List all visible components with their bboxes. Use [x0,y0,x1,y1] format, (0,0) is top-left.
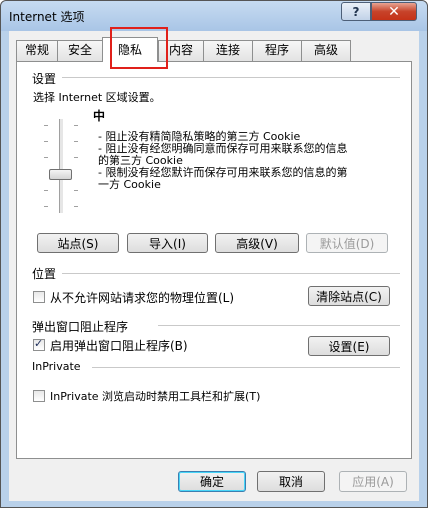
popup-checkbox-label[interactable]: 启用弹出窗口阻止程序(B) [50,337,188,354]
location-group-label: 位置 [32,267,57,281]
slider-tick [44,206,48,207]
tab-security[interactable]: 安全 [57,40,103,61]
popup-checkbox[interactable] [33,337,45,351]
import-button[interactable]: 导入(I) [127,233,208,253]
privacy-slider-thumb[interactable] [49,169,72,180]
apply-button[interactable]: 应用(A) [339,471,407,492]
cancel-button[interactable]: 取消 [257,471,325,492]
settings-divider [62,77,400,78]
settings-group-label: 设置 [32,72,57,86]
slider-tick [74,206,78,207]
slider-tick [74,190,78,191]
window-title: Internet 选项 [9,10,85,24]
inprivate-divider [92,367,400,368]
slider-tick [44,157,48,158]
advanced-button[interactable]: 高级(V) [215,233,299,253]
inprivate-checkbox-label[interactable]: InPrivate 浏览启动时禁用工具栏和扩展(T) [50,388,260,404]
inprivate-group-label: InPrivate [32,360,81,373]
slider-tick [44,125,48,126]
tab-connections[interactable]: 连接 [203,40,253,61]
slider-tick [74,141,78,142]
location-checkbox[interactable] [33,291,45,303]
privacy-slider-track[interactable] [59,119,64,213]
sites-button[interactable]: 站点(S) [37,233,119,253]
popup-group-label: 弹出窗口阻止程序 [32,320,129,334]
close-icon: ✕ [388,3,400,20]
location-divider [62,273,400,274]
slider-tick [44,190,48,191]
slider-tick [74,125,78,126]
default-button[interactable]: 默认值(D) [306,233,388,253]
help-icon: ? [352,4,360,19]
level-label: 中 [93,109,106,123]
ok-button[interactable]: 确定 [178,471,246,492]
tab-advanced[interactable]: 高级 [301,40,351,61]
tab-programs[interactable]: 程序 [252,40,302,61]
description-line: 一方 Cookie [98,178,161,191]
inprivate-checkbox[interactable] [33,390,45,402]
title-bar[interactable]: Internet 选项 ? ✕ [1,1,427,31]
slider-tick [44,141,48,142]
location-checkbox-label[interactable]: 从不允许网站请求您的物理位置(L) [50,289,234,306]
slider-tick [74,157,78,158]
popup-settings-button[interactable]: 设置(E) [308,336,390,356]
popup-divider [158,325,400,326]
clear-sites-button[interactable]: 清除站点(C) [308,286,390,306]
close-button[interactable]: ✕ [371,2,417,21]
help-button[interactable]: ? [341,2,371,21]
tab-general[interactable]: 常规 [16,40,58,61]
highlight-box [110,27,168,69]
zone-text: 选择 Internet 区域设置。 [33,91,161,104]
